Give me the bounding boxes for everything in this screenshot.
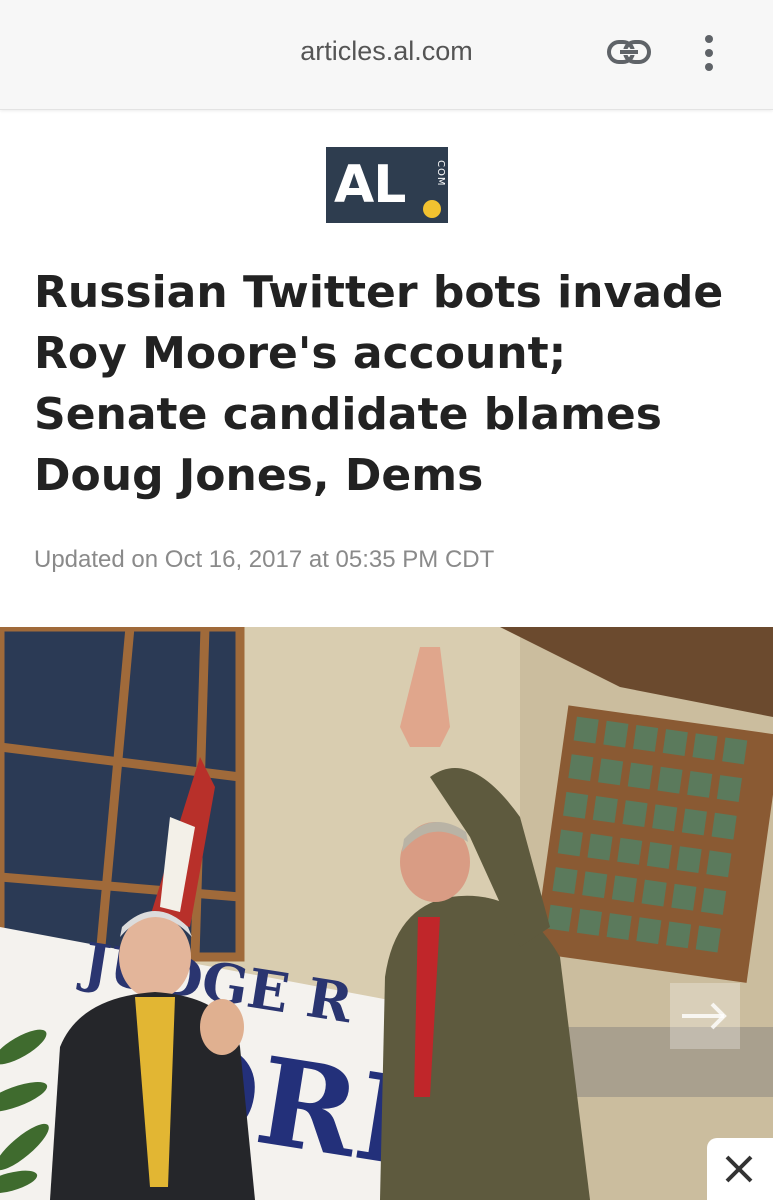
browser-toolbar: articles.al.com [0, 0, 773, 110]
article-updated-date: Updated on Oct 16, 2017 at 05:35 PM CDT [34, 546, 495, 573]
close-icon [725, 1155, 753, 1183]
article-hero-image[interactable]: JUDGE R ORE [0, 627, 773, 1200]
more-vert-icon[interactable] [700, 34, 718, 72]
logo-dot [423, 200, 441, 218]
url-bar[interactable]: articles.al.com [0, 36, 773, 67]
logo-com-text: COM [435, 159, 446, 187]
al-com-logo[interactable]: AL COM [326, 147, 448, 223]
close-button[interactable] [707, 1138, 773, 1200]
logo-text: AL [334, 155, 406, 215]
article-headline: Russian Twitter bots invade Roy Moore's … [34, 267, 724, 501]
link-icon[interactable] [606, 36, 652, 68]
arrow-right-icon [682, 1002, 727, 1030]
next-image-button[interactable] [670, 983, 740, 1049]
